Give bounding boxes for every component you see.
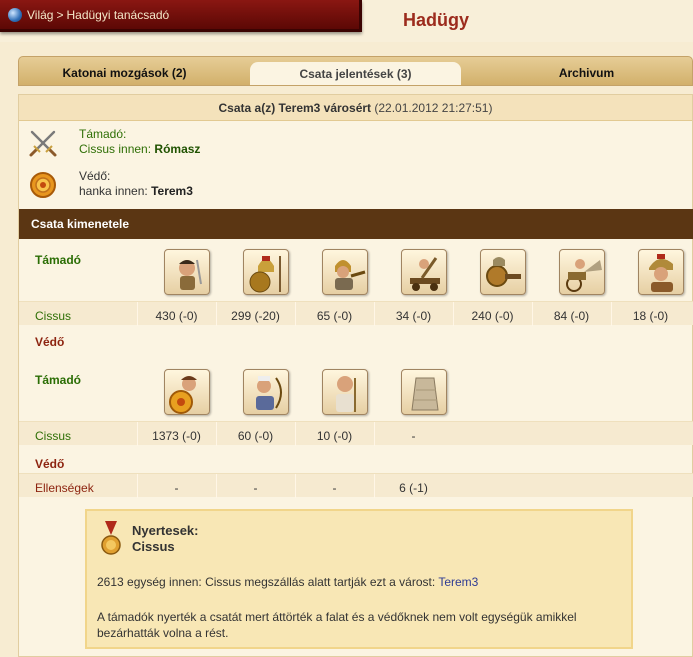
chariot-icon xyxy=(559,249,605,295)
top-bar: Világ > Hadügyi tanácsadó Hadügy xyxy=(0,0,693,42)
tab-battle-reports[interactable]: Csata jelentések (3) xyxy=(250,62,461,85)
hoplite-icon xyxy=(243,249,289,295)
battle-explanation: A támadók nyerték a csatát mert áttörték… xyxy=(97,610,577,640)
priest-icon xyxy=(322,369,368,415)
defender-count-row: Cissus 1373 (-0) 60 (-0) 10 (-0) - xyxy=(19,421,693,446)
unit-count: - xyxy=(216,474,294,498)
shield-warrior-icon xyxy=(164,369,210,415)
defender-player[interactable]: hanka xyxy=(79,184,112,198)
occupation-town-link[interactable]: Terem3 xyxy=(438,575,478,589)
medal-icon xyxy=(101,521,121,555)
section-battle-outcome: Csata kimenetele xyxy=(19,209,693,239)
unit-count: - xyxy=(374,422,452,446)
attacker-town[interactable]: Rómasz xyxy=(154,142,200,156)
unit-count: 240 (-0) xyxy=(453,302,531,326)
defender-role-label: Védő: xyxy=(79,169,111,183)
defender-side-label: Védő xyxy=(35,335,65,349)
report-header: Csata a(z) Terem3 városért (22.01.2012 2… xyxy=(19,95,692,121)
unit-count: 299 (-20) xyxy=(216,302,294,326)
winner-box: Nyertesek: Cissus 2613 egység innen: Cis… xyxy=(85,509,633,649)
unit-count: 18 (-0) xyxy=(611,302,689,326)
unit-count: 84 (-0) xyxy=(532,302,610,326)
unit-count: 34 (-0) xyxy=(374,302,452,326)
unit-count: 430 (-0) xyxy=(137,302,215,326)
defender-count-player: Cissus xyxy=(35,429,72,443)
unit-count: - xyxy=(295,474,373,498)
archer-icon xyxy=(243,369,289,415)
tab-archive[interactable]: Archivum xyxy=(481,57,692,85)
def-attacker-label: Támadó xyxy=(35,373,82,387)
breadcrumb: Világ > Hadügyi tanácsadó xyxy=(0,0,362,32)
defender-from-word: innen: xyxy=(115,184,148,198)
attacker-info: Támadó: Cissus innen: Rómasz xyxy=(19,121,692,163)
unit-count: 1373 (-0) xyxy=(137,422,215,446)
report-date: (22.01.2012 21:27:51) xyxy=(374,101,493,115)
breadcrumb-world-link[interactable]: Világ xyxy=(27,8,53,22)
unit-count: 60 (-0) xyxy=(216,422,294,446)
defender-info: Védő: hanka innen: Terem3 xyxy=(19,163,692,205)
unit-count: 6 (-1) xyxy=(374,474,452,498)
report-title: Csata a(z) Terem3 városért xyxy=(218,101,372,115)
unit-count: - xyxy=(137,474,215,498)
occupation-text-line: 2613 egység innen: Cissus megszállás ala… xyxy=(97,575,478,589)
catapult-icon xyxy=(401,249,447,295)
enemies-label: Ellenségek xyxy=(35,481,94,495)
attacker-count-player: Cissus xyxy=(35,309,72,323)
winner-label: Nyertesek: xyxy=(132,523,199,538)
tab-bar: Katonai mozgások (2) Csata jelentések (3… xyxy=(18,56,693,86)
slinger-icon xyxy=(322,249,368,295)
attacker-player[interactable]: Cissus xyxy=(79,142,115,156)
report-panel: Csata a(z) Terem3 városért (22.01.2012 2… xyxy=(18,94,693,657)
ram-icon xyxy=(480,249,526,295)
enemies-count-row: Ellenségek - - - 6 (-1) xyxy=(19,473,693,498)
attacker-from-word: innen: xyxy=(118,142,152,156)
attacker-role-label: Támadó: xyxy=(79,127,127,141)
attacker-side-label: Támadó xyxy=(35,253,82,267)
winner-name: Cissus xyxy=(132,539,175,554)
page-title: Hadügy xyxy=(403,10,470,30)
crossed-swords-icon xyxy=(29,130,57,157)
unit-count: 10 (-0) xyxy=(295,422,373,446)
wall-icon xyxy=(401,369,447,415)
globe-icon[interactable] xyxy=(8,7,22,22)
defender-town[interactable]: Terem3 xyxy=(151,184,193,198)
round-shield-icon xyxy=(30,172,56,198)
tab-troop-movements[interactable]: Katonai mozgások (2) xyxy=(19,57,230,85)
occupation-text: 2613 egység innen: Cissus megszállás ala… xyxy=(97,575,436,589)
horseman-icon xyxy=(638,249,684,295)
unit-count: 65 (-0) xyxy=(295,302,373,326)
attacker-count-row: Cissus 430 (-0) 299 (-20) 65 (-0) 34 (-0… xyxy=(19,301,693,326)
swordsman-icon xyxy=(164,249,210,295)
breadcrumb-current: Hadügyi tanácsadó xyxy=(66,7,170,22)
enemy-block-label: Védő xyxy=(35,457,65,471)
breadcrumb-separator: > xyxy=(56,7,64,22)
